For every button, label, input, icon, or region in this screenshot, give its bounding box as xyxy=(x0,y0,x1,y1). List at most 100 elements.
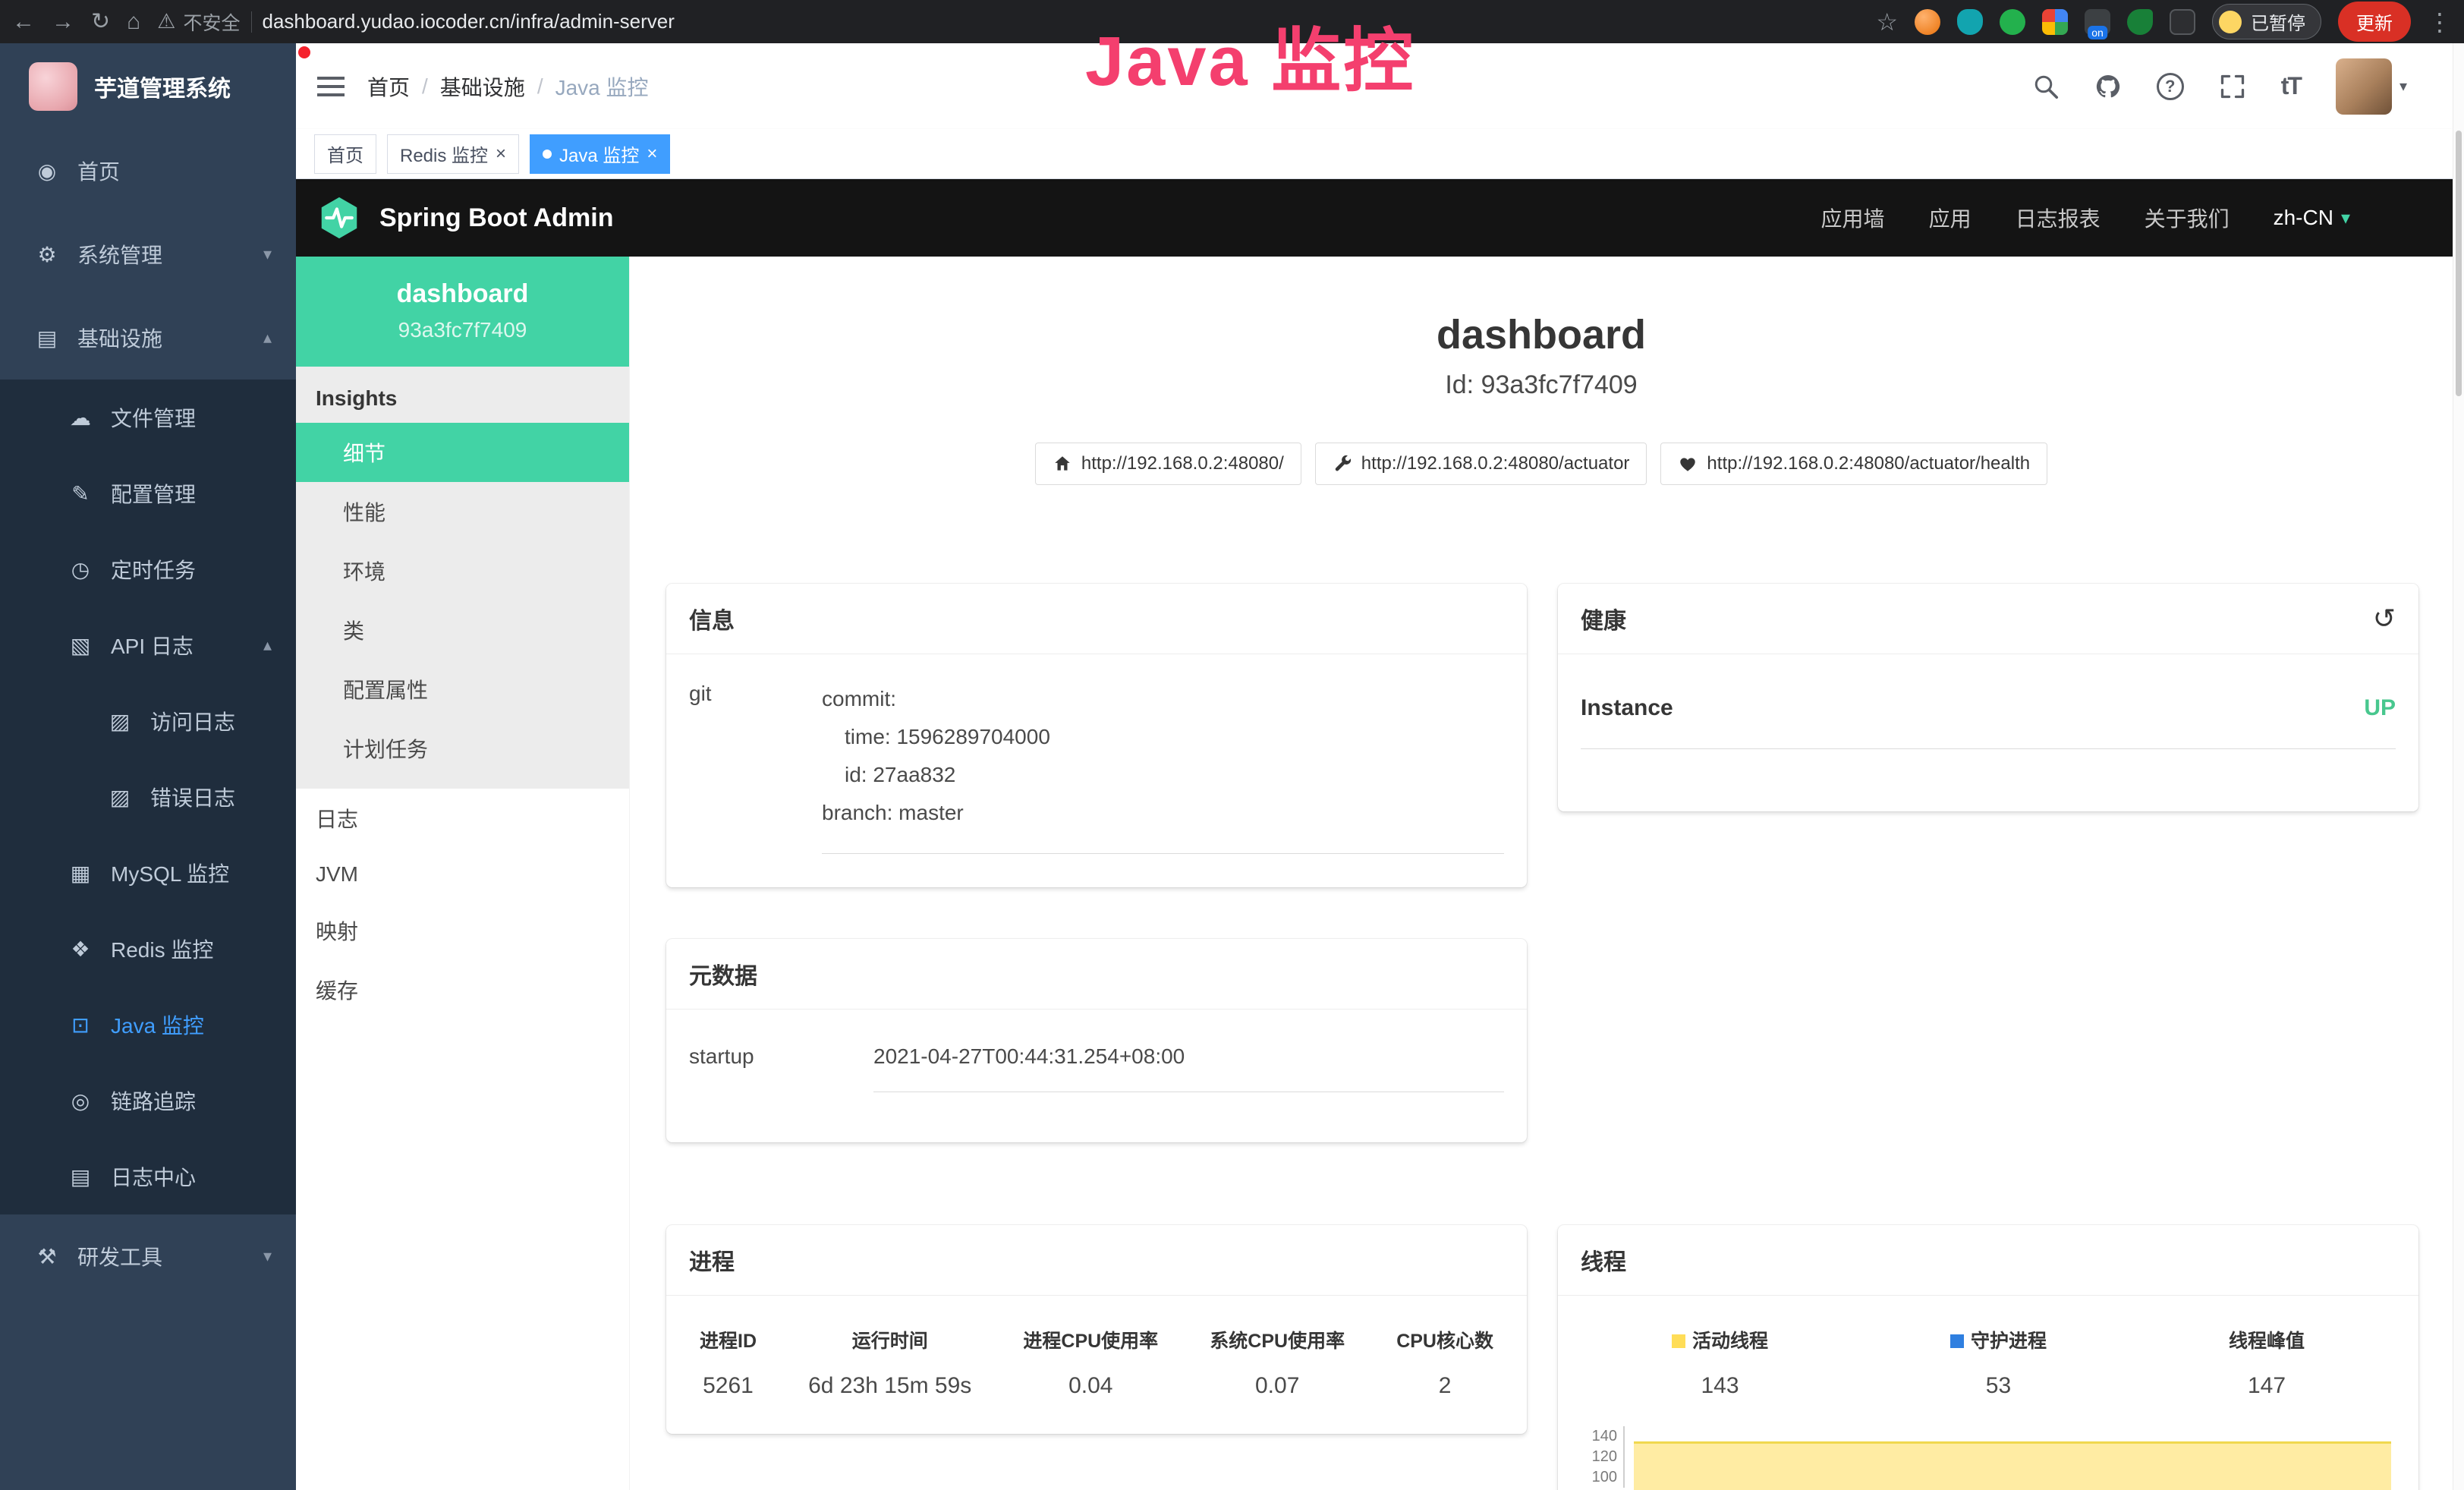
service-url-link[interactable]: http://192.168.0.2:48080/ xyxy=(1035,443,1301,485)
stat-value: 0.04 xyxy=(1023,1373,1158,1399)
paused-badge[interactable]: 已暂停 xyxy=(2212,4,2321,39)
active-tab-dot xyxy=(543,150,552,159)
browser-extension-icon[interactable] xyxy=(2000,9,2025,35)
tab-label: Redis 监控 xyxy=(400,140,488,167)
url-text[interactable]: dashboard.yudao.iocoder.cn/infra/admin-s… xyxy=(263,10,675,33)
sidebar-item-access-logs[interactable]: ▨ 访问日志 xyxy=(0,683,296,759)
info-card-body: git commit: time: 1596289704000 id: 27aa… xyxy=(666,654,1527,886)
bookmark-star-icon[interactable]: ☆ xyxy=(1876,8,1898,36)
sidebar-item-trace[interactable]: ◎ 链路追踪 xyxy=(0,1063,296,1139)
tab-redis-monitor[interactable]: Redis 监控 × xyxy=(387,134,519,174)
page-scrollbar[interactable] xyxy=(2453,43,2464,1490)
browser-extension-icon[interactable] xyxy=(1957,9,1983,35)
github-icon[interactable] xyxy=(2094,73,2122,100)
breadcrumb-infrastructure[interactable]: 基础设施 xyxy=(440,71,525,102)
sba-navbar: Spring Boot Admin 应用墙 应用 日志报表 关于我们 zh-CN… xyxy=(296,179,2453,257)
sidebar-item-label: 配置管理 xyxy=(111,478,196,509)
sba-item-details[interactable]: 细节 xyxy=(296,423,629,482)
sba-brand-title[interactable]: Spring Boot Admin xyxy=(379,203,613,233)
on-badge: on xyxy=(2088,26,2107,39)
metadata-card-body: startup 2021-04-27T00:44:31.254+08:00 xyxy=(666,1010,1527,1124)
font-size-icon[interactable]: tT xyxy=(2281,72,2301,100)
sidebar-item-redis-monitor[interactable]: ❖ Redis 监控 xyxy=(0,911,296,987)
tools-icon: ⚒ xyxy=(33,1244,61,1269)
hamburger-button[interactable] xyxy=(307,62,355,111)
browser-extension-icon[interactable] xyxy=(1915,9,1940,35)
locale-selector[interactable]: zh-CN ▾ xyxy=(2274,206,2350,230)
sidebar-item-system-mgmt[interactable]: ⚙ 系统管理 ▾ xyxy=(0,213,296,296)
back-icon[interactable]: ← xyxy=(12,11,35,33)
sidebar-item-log-center[interactable]: ▤ 日志中心 xyxy=(0,1139,296,1214)
sidebar-item-mysql-monitor[interactable]: ▦ MySQL 监控 xyxy=(0,835,296,911)
search-icon[interactable] xyxy=(2032,73,2060,100)
sba-item-mappings[interactable]: 映射 xyxy=(296,901,629,960)
update-button[interactable]: 更新 xyxy=(2338,2,2411,42)
health-row-label: Instance xyxy=(1581,695,1673,721)
sidebar-item-label: 错误日志 xyxy=(150,782,235,812)
sba-item-metrics[interactable]: 性能 xyxy=(296,482,629,541)
fullscreen-icon[interactable] xyxy=(2219,73,2246,100)
sidebar-item-infrastructure[interactable]: ▤ 基础设施 ▴ xyxy=(0,296,296,380)
daemon-threads-legend-swatch xyxy=(1950,1334,1964,1348)
browser-extension-icon[interactable] xyxy=(2042,9,2068,35)
sba-item-logs[interactable]: 日志 xyxy=(296,789,629,848)
history-icon[interactable]: ↺ xyxy=(2373,603,2396,635)
tab-home[interactable]: 首页 xyxy=(314,134,376,174)
reload-icon[interactable]: ↻ xyxy=(91,11,110,33)
help-icon[interactable]: ? xyxy=(2157,73,2184,100)
heart-icon xyxy=(1678,454,1698,474)
browser-extension-icon[interactable] xyxy=(2127,9,2153,35)
sidebar-item-label: 文件管理 xyxy=(111,402,196,433)
paused-label: 已暂停 xyxy=(2251,8,2305,35)
browser-menu-icon[interactable]: ⋮ xyxy=(2428,8,2452,36)
brand-title: 芋道管理系统 xyxy=(94,70,231,103)
card-title: 元数据 xyxy=(666,939,1527,1010)
sidebar-item-home[interactable]: ◉ 首页 xyxy=(0,129,296,213)
sba-nav-about[interactable]: 关于我们 xyxy=(2145,203,2230,233)
actuator-url-link[interactable]: http://192.168.0.2:48080/actuator xyxy=(1315,443,1647,485)
extensions-puzzle-icon[interactable] xyxy=(2170,9,2195,35)
sba-item-classes[interactable]: 类 xyxy=(296,600,629,660)
info-row-label: git xyxy=(689,680,822,854)
avatar[interactable] xyxy=(2336,58,2392,115)
tab-label: 首页 xyxy=(327,140,363,167)
sba-item-caches[interactable]: 缓存 xyxy=(296,960,629,1019)
sidebar-item-config-mgmt[interactable]: ✎ 配置管理 xyxy=(0,455,296,531)
sba-item-jvm[interactable]: JVM xyxy=(296,848,629,901)
sba-item-scheduled-tasks[interactable]: 计划任务 xyxy=(296,719,629,778)
link-label: http://192.168.0.2:48080/actuator/health xyxy=(1707,453,2030,474)
health-url-link[interactable]: http://192.168.0.2:48080/actuator/health xyxy=(1660,443,2047,485)
home-icon[interactable]: ⌂ xyxy=(127,11,140,33)
warning-icon: ⚠ xyxy=(157,10,175,33)
browser-extension-icon[interactable]: on xyxy=(2085,9,2110,35)
instance-header[interactable]: dashboard 93a3fc7f7409 xyxy=(296,257,629,367)
sba-nav-journal[interactable]: 日志报表 xyxy=(2016,203,2101,233)
sidebar-item-dev-tools[interactable]: ⚒ 研发工具 ▾ xyxy=(0,1214,296,1298)
sidebar-item-file-mgmt[interactable]: ☁ 文件管理 xyxy=(0,380,296,455)
sidebar-item-label: 链路追踪 xyxy=(111,1085,196,1116)
sba-sidebar: dashboard 93a3fc7f7409 Insights 细节 性能 环境… xyxy=(296,257,630,1490)
info-card: 信息 git commit: time: 1596289704000 id: 2… xyxy=(666,584,1527,887)
close-icon[interactable]: × xyxy=(647,145,657,163)
address-bar[interactable]: ⚠ 不安全 dashboard.yudao.iocoder.cn/infra/a… xyxy=(157,8,1859,36)
info-row-value: commit: time: 1596289704000 id: 27aa832 … xyxy=(822,680,1504,854)
sidebar-item-error-logs[interactable]: ▨ 错误日志 xyxy=(0,759,296,835)
sidebar-item-scheduled-jobs[interactable]: ◷ 定时任务 xyxy=(0,531,296,607)
sba-item-config-props[interactable]: 配置属性 xyxy=(296,660,629,719)
close-icon[interactable]: × xyxy=(496,145,506,163)
scrollbar-thumb[interactable] xyxy=(2456,131,2462,396)
tab-java-monitor[interactable]: Java 监控 × xyxy=(530,134,670,174)
sba-nav-wallboard[interactable]: 应用墙 xyxy=(1821,203,1885,233)
sba-nav-applications[interactable]: 应用 xyxy=(1929,203,1972,233)
sba-item-environment[interactable]: 环境 xyxy=(296,541,629,600)
sidebar-item-java-monitor[interactable]: ⊡ Java 监控 xyxy=(0,987,296,1063)
breadcrumb-home[interactable]: 首页 xyxy=(367,71,410,102)
card-title: 线程 xyxy=(1558,1225,2418,1296)
admin-sidebar: 芋道管理系统 ◉ 首页 ⚙ 系统管理 ▾ ▤ 基础设施 ▴ ☁ 文件管理 ✎ xyxy=(0,43,296,1490)
user-menu[interactable]: ▾ xyxy=(2336,58,2407,115)
right-column: 健康 ↺ Instance UP xyxy=(1558,584,2418,1490)
notification-dot xyxy=(298,46,310,58)
forward-icon[interactable]: → xyxy=(52,11,74,33)
security-status[interactable]: ⚠ 不安全 xyxy=(157,8,240,36)
sidebar-item-api-logs[interactable]: ▧ API 日志 ▴ xyxy=(0,607,296,683)
